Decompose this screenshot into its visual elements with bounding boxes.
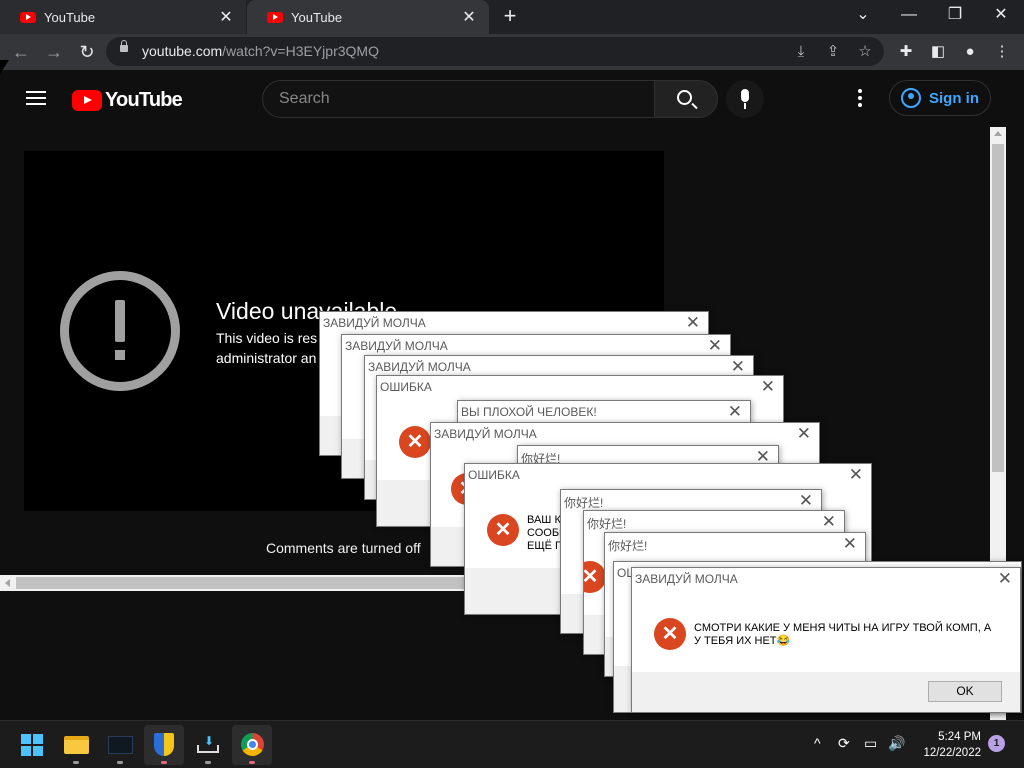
dialog-title: 你好烂!	[587, 517, 627, 531]
video-unavailable-message: This video is res administrator an	[216, 330, 318, 366]
download-arrow: ⬇	[204, 734, 215, 748]
restore-button[interactable]: ❐	[932, 0, 978, 32]
new-tab-button[interactable]: +	[498, 4, 522, 28]
clock-time: 5:24 PM	[938, 731, 981, 743]
tab-youtube-2[interactable]: YouTube ✕	[247, 0, 489, 34]
dialog-title: ЗАВИДУЙ МОЛЧА	[323, 316, 426, 330]
search-icon	[677, 90, 692, 105]
search-button[interactable]	[654, 80, 718, 118]
url-text[interactable]: youtube.com/watch?v=H3EYjpr3QMQ	[142, 43, 379, 59]
side-panel-icon[interactable]: ◧	[928, 42, 948, 62]
dialog-close-icon[interactable]: ✕	[849, 465, 863, 485]
tab-search-icon[interactable]: ⌄	[840, 0, 886, 32]
forward-arrow-icon[interactable]: →	[41, 39, 67, 65]
dialog-title: 你好烂!	[608, 539, 648, 553]
tab-title: YouTube	[291, 9, 343, 25]
scroll-thumb	[992, 144, 1004, 472]
share-icon[interactable]: ⇪	[824, 43, 842, 61]
volume-icon[interactable]: 🔊	[888, 735, 905, 752]
error-x-icon: ✕	[654, 618, 686, 650]
dialog-title: ВЫ ПЛОХОЙ ЧЕЛОВЕК!	[461, 405, 597, 419]
folder-icon	[64, 736, 89, 754]
account-icon	[901, 88, 921, 108]
dialog-message: СМОТРИ КАКИЕ У МЕНЯ ЧИТЫ НА ИГРУ ТВОЙ КО…	[694, 622, 992, 647]
dialog-title: ЗАВИДУЙ МОЛЧА	[635, 572, 738, 586]
dialog-close-icon[interactable]: ✕	[731, 357, 745, 377]
app-window-icon	[108, 736, 133, 754]
menu-hamburger-icon[interactable]	[26, 91, 46, 105]
minimize-button[interactable]: —	[886, 0, 932, 32]
dialog-title: ОШИБКА	[380, 380, 432, 394]
clock-date: 12/22/2022	[923, 747, 981, 759]
reload-icon[interactable]: ↻	[74, 39, 100, 65]
search-placeholder: Search	[279, 90, 330, 107]
chrome-taskbar-item[interactable]	[232, 725, 272, 765]
system-clock[interactable]: 5:24 PM 12/22/2022	[915, 729, 981, 761]
microphone-icon	[741, 89, 749, 102]
dialog-title: ЗАВИДУЙ МОЛЧА	[434, 427, 537, 441]
show-hidden-icons-chevron-icon[interactable]: ^	[814, 735, 821, 751]
extensions-puzzle-icon[interactable]: ✚	[896, 42, 916, 62]
screen: YouTube ✕ YouTube ✕ + ⌄ — ❐ ✕ ← → ↻ yout…	[0, 0, 1024, 768]
dialog-close-icon[interactable]: ✕	[797, 424, 811, 444]
dialog-close-icon[interactable]: ✕	[998, 569, 1012, 589]
shield-icon	[154, 733, 174, 756]
youtube-favicon-icon	[20, 11, 36, 23]
install-app-icon[interactable]: ⤓	[792, 43, 810, 61]
settings-more-icon[interactable]	[858, 89, 862, 110]
search-input[interactable]: Search	[262, 80, 655, 118]
youtube-wordmark: YouTube	[105, 89, 183, 111]
windows-taskbar: ⬇ ^ ⟳ ▭ 🔊 5:24 PM 12/22/2022 1	[0, 720, 1024, 768]
dialog-close-icon[interactable]: ✕	[761, 377, 775, 397]
notification-badge[interactable]: 1	[988, 735, 1005, 752]
file-explorer-taskbar-item[interactable]	[56, 725, 96, 765]
ok-button[interactable]: OK	[928, 681, 1002, 702]
tab-strip: YouTube ✕ YouTube ✕ + ⌄ — ❐ ✕	[0, 0, 1024, 34]
comments-disabled-text: Comments are turned off	[266, 540, 421, 556]
browser-menu-icon[interactable]: ⋮	[992, 42, 1012, 62]
terminal-taskbar-item[interactable]	[100, 725, 140, 765]
dialog-close-icon[interactable]: ✕	[728, 402, 742, 422]
mouse-cursor-icon	[0, 60, 9, 74]
sync-icon[interactable]: ⟳	[838, 735, 850, 752]
dialog-close-icon[interactable]: ✕	[686, 313, 700, 333]
dialog-close-icon[interactable]: ✕	[799, 491, 813, 511]
browser-toolbar: ← → ↻ youtube.com/watch?v=H3EYjpr3QMQ ⤓ …	[0, 34, 1024, 70]
installer-taskbar-item[interactable]: ⬇	[188, 725, 228, 765]
youtube-play-icon	[72, 90, 102, 111]
security-shield-taskbar-item[interactable]	[144, 725, 184, 765]
dialog-title: ЗАВИДУЙ МОЛЧА	[345, 339, 448, 353]
sign-in-button[interactable]: Sign in	[889, 80, 991, 116]
sign-in-label: Sign in	[929, 89, 979, 107]
voice-search-button[interactable]	[726, 80, 764, 118]
start-button[interactable]	[12, 725, 52, 765]
tab-close-icon[interactable]: ✕	[218, 7, 234, 27]
exclamation-circle-icon	[60, 271, 180, 391]
dialog-close-icon[interactable]: ✕	[822, 512, 836, 532]
windows-logo-icon	[21, 734, 43, 756]
dialog-title: ОШИБКА	[468, 468, 520, 482]
dialog-close-icon[interactable]: ✕	[843, 534, 857, 554]
dialog-title: ЗАВИДУЙ МОЛЧА	[368, 360, 471, 374]
error-x-icon: ✕	[487, 514, 519, 546]
tab-title: YouTube	[44, 9, 96, 25]
error-dialog-front[interactable]: ЗАВИДУЙ МОЛЧА ✕ ✕ СМОТРИ КАКИЕ У МЕНЯ ЧИТ…	[631, 567, 1021, 713]
back-arrow-icon[interactable]: ←	[8, 39, 34, 65]
youtube-logo[interactable]: YouTube	[72, 89, 183, 112]
youtube-favicon-icon	[267, 11, 283, 23]
close-window-button[interactable]: ✕	[978, 0, 1024, 32]
dialog-title: 你好烂!	[564, 496, 604, 510]
lock-icon[interactable]	[120, 40, 128, 52]
profile-icon[interactable]: ●	[960, 42, 980, 62]
address-bar[interactable]: youtube.com/watch?v=H3EYjpr3QMQ ⤓ ⇪ ☆	[106, 37, 884, 66]
bookmark-star-icon[interactable]: ☆	[856, 43, 874, 61]
tab-youtube-1[interactable]: YouTube ✕	[0, 0, 246, 34]
tab-close-icon[interactable]: ✕	[461, 7, 477, 27]
dialog-close-icon[interactable]: ✕	[708, 336, 722, 356]
network-icon[interactable]: ▭	[864, 735, 877, 752]
error-x-icon: ✕	[584, 561, 606, 593]
error-x-icon: ✕	[399, 426, 431, 458]
